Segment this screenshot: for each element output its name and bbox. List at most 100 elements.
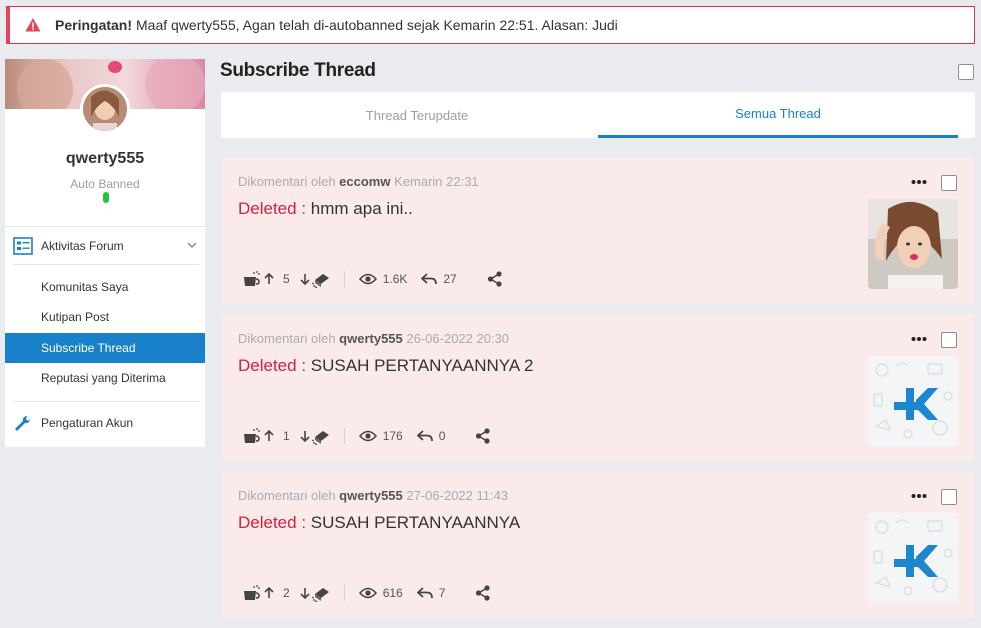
- comment-author[interactable]: eccomw: [339, 174, 390, 189]
- vote-count: 5: [283, 272, 290, 286]
- thread-thumbnail[interactable]: [868, 513, 958, 603]
- comment-time: 27-06-2022 11:43: [406, 488, 509, 503]
- more-options-icon[interactable]: [911, 336, 927, 342]
- thread-stats: 2 616 7: [242, 583, 491, 603]
- thread-card[interactable]: Dikomentari oleh qwerty555 27-06-2022 11…: [222, 471, 974, 618]
- divider: [343, 585, 345, 601]
- tab-thread-terupdate[interactable]: Thread Terupdate: [236, 92, 598, 138]
- deleted-label: Deleted :: [238, 356, 307, 375]
- alert-title: Peringatan!: [55, 17, 133, 33]
- cendol-group[interactable]: 5: [242, 270, 330, 288]
- thread-card[interactable]: Dikomentari oleh eccomw Kemarin 22:31 De…: [222, 157, 974, 304]
- thread-stats: 1 176 0: [242, 426, 491, 446]
- downvote-arrow-icon[interactable]: [298, 272, 312, 286]
- settings-label: Pengaturan Akun: [41, 416, 134, 430]
- reply-icon: [416, 430, 433, 442]
- views-group: 616: [358, 586, 403, 600]
- reply-count: 0: [438, 429, 446, 443]
- wrench-icon: [15, 415, 31, 431]
- vote-count: 2: [283, 586, 290, 600]
- profile-status: Auto Banned: [70, 177, 140, 191]
- thread-thumbnail[interactable]: [868, 199, 958, 289]
- share-icon[interactable]: [487, 271, 503, 287]
- share-icon[interactable]: [475, 428, 491, 444]
- thread-card[interactable]: Dikomentari oleh qwerty555 26-06-2022 20…: [222, 314, 974, 461]
- profile-sidebar: qwerty555 Auto Banned Aktivitas Forum Ko…: [5, 59, 205, 447]
- reply-icon: [421, 273, 438, 285]
- comment-prefix: Dikomentari oleh: [238, 331, 336, 346]
- thread-meta: Dikomentari oleh qwerty555 27-06-2022 11…: [238, 488, 508, 503]
- forum-activity-icon: [13, 236, 33, 255]
- sidebar-item-subscribe-thread[interactable]: Subscribe Thread: [5, 333, 205, 363]
- bata-icon: [311, 274, 329, 288]
- reply-count: 7: [438, 586, 446, 600]
- divider: [343, 428, 345, 444]
- thread-thumbnail[interactable]: [868, 356, 958, 446]
- sidebar-section-aktivitas-forum[interactable]: Aktivitas Forum: [5, 226, 205, 264]
- sidebar-item-komunitas-saya[interactable]: Komunitas Saya: [5, 272, 205, 302]
- reply-icon: [416, 587, 433, 599]
- sidebar-item-pengaturan-akun[interactable]: Pengaturan Akun: [5, 408, 205, 438]
- chevron-down-icon[interactable]: [187, 241, 197, 249]
- thread-title[interactable]: Deleted : hmm apa ini..: [238, 199, 413, 219]
- bata-icon: [311, 431, 329, 445]
- downvote-arrow-icon[interactable]: [298, 586, 312, 600]
- share-icon[interactable]: [475, 585, 491, 601]
- tab-semua-thread[interactable]: Semua Thread: [598, 92, 958, 138]
- alert-message: Maaf qwerty555, Agan telah di-autobanned…: [136, 17, 618, 33]
- deleted-label: Deleted :: [238, 513, 307, 532]
- cendol-icon: [244, 271, 260, 286]
- divider: [343, 271, 345, 287]
- views-group: 176: [358, 429, 403, 443]
- eye-icon: [358, 430, 377, 442]
- online-indicator: [103, 192, 109, 203]
- replies-group[interactable]: 7: [416, 586, 446, 600]
- comment-prefix: Dikomentari oleh: [238, 174, 336, 189]
- cendol-icon: [244, 428, 260, 443]
- thread-text: SUSAH PERTANYAANNYA 2: [310, 356, 534, 375]
- thread-stats: 5 1.6K 27: [242, 269, 503, 289]
- select-all-checkbox[interactable]: [958, 64, 974, 80]
- thread-checkbox[interactable]: [941, 489, 957, 505]
- eye-icon: [358, 273, 377, 285]
- divider: [13, 264, 199, 265]
- thread-meta: Dikomentari oleh eccomw Kemarin 22:31: [238, 174, 479, 189]
- replies-group[interactable]: 0: [416, 429, 446, 443]
- thread-text: SUSAH PERTANYAANNYA: [310, 513, 521, 532]
- thread-checkbox[interactable]: [941, 175, 957, 191]
- comment-author[interactable]: qwerty555: [339, 331, 403, 346]
- page-title: Subscribe Thread: [220, 60, 376, 81]
- profile-username[interactable]: qwerty555: [5, 150, 205, 168]
- upvote-arrow-icon[interactable]: [262, 586, 276, 600]
- thread-checkbox[interactable]: [941, 332, 957, 348]
- cendol-group[interactable]: 2: [242, 584, 330, 602]
- replies-group[interactable]: 27: [421, 272, 457, 286]
- more-options-icon[interactable]: [911, 493, 927, 499]
- thread-text: hmm apa ini..: [310, 199, 413, 218]
- upvote-arrow-icon[interactable]: [262, 429, 276, 443]
- comment-author[interactable]: qwerty555: [339, 488, 403, 503]
- downvote-arrow-icon[interactable]: [298, 429, 312, 443]
- thread-meta: Dikomentari oleh qwerty555 26-06-2022 20…: [238, 331, 509, 346]
- more-options-icon[interactable]: [911, 179, 927, 185]
- deleted-label: Deleted :: [238, 199, 307, 218]
- thread-title[interactable]: Deleted : SUSAH PERTANYAANNYA 2: [238, 356, 533, 376]
- cendol-icon: [244, 585, 260, 600]
- thread-title[interactable]: Deleted : SUSAH PERTANYAANNYA: [238, 513, 520, 533]
- warning-icon: [25, 18, 41, 32]
- view-count: 616: [382, 586, 403, 600]
- vote-count: 1: [283, 429, 290, 443]
- view-count: 1.6K: [382, 272, 408, 286]
- sidebar-item-kutipan-post[interactable]: Kutipan Post: [5, 302, 205, 332]
- upvote-arrow-icon[interactable]: [262, 272, 276, 286]
- comment-time: 26-06-2022 20:30: [406, 331, 510, 346]
- avatar[interactable]: [80, 84, 130, 134]
- comment-prefix: Dikomentari oleh: [238, 488, 336, 503]
- bata-icon: [311, 588, 329, 602]
- sidebar-item-reputasi[interactable]: Reputasi yang Diterima: [5, 363, 205, 393]
- cendol-group[interactable]: 1: [242, 427, 330, 445]
- eye-icon: [358, 587, 377, 599]
- view-count: 176: [382, 429, 403, 443]
- views-group: 1.6K: [358, 272, 408, 286]
- ban-warning-alert: Peringatan! Maaf qwerty555, Agan telah d…: [6, 6, 975, 44]
